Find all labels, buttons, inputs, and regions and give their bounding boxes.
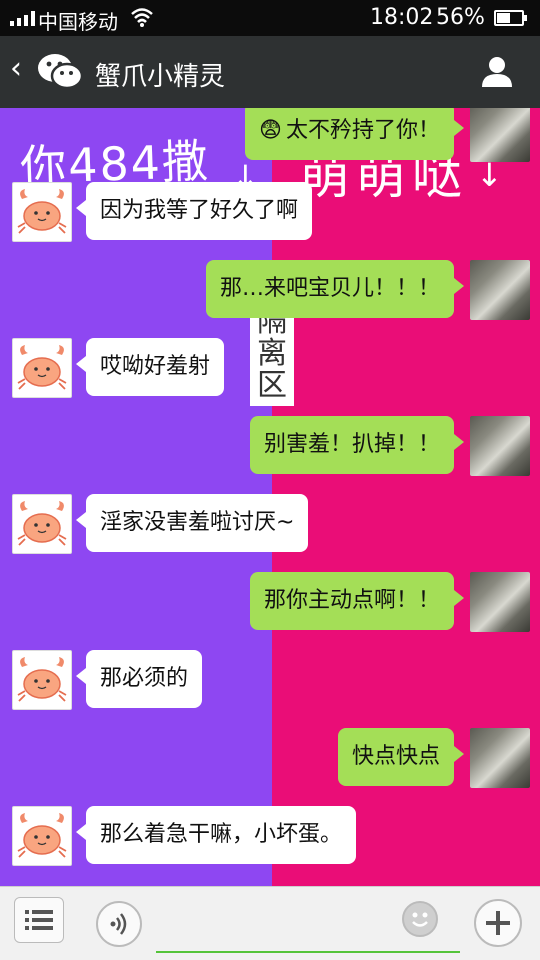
message-row: 那你主动点啊！！ — [0, 570, 540, 634]
message-text: 那你主动点啊！！ — [263, 588, 440, 613]
my-avatar[interactable] — [470, 260, 530, 320]
message-bubble[interactable]: 那…来吧宝贝儿！！！ — [205, 260, 465, 318]
message-row: 别害羞！扒掉！！ — [0, 414, 540, 478]
signal-bars-icon — [10, 10, 35, 26]
message-bubble[interactable]: 哎呦好羞射 — [75, 338, 225, 396]
message-bubble[interactable]: 那么着急干嘛，小坏蛋。 — [75, 806, 357, 864]
my-avatar[interactable] — [470, 572, 530, 632]
message-row: 😨 太不矜持了你！ — [0, 108, 540, 164]
voice-icon[interactable] — [96, 901, 142, 947]
message-text: 那么着急干嘛，小坏蛋。 — [100, 822, 343, 847]
message-bubble[interactable]: 别害羞！扒掉！！ — [249, 416, 465, 474]
message-row: 淫家没害羞啦讨厌~ — [0, 492, 540, 556]
message-row: 那必须的 — [0, 648, 540, 712]
input-toolbar — [0, 886, 540, 960]
message-text: 因为我等了好久了啊 — [100, 198, 299, 223]
message-bubble[interactable]: 😨 太不矜持了你！ — [245, 108, 464, 160]
battery-percent: 56% — [436, 5, 485, 30]
clock: 18:02 — [370, 5, 434, 30]
message-bubble[interactable]: 那你主动点啊！！ — [249, 572, 465, 630]
message-text: 那必须的 — [100, 666, 189, 691]
contact-avatar[interactable] — [12, 650, 72, 710]
message-row: 哎呦好羞射 — [0, 336, 540, 400]
battery-icon — [494, 10, 527, 26]
message-row: 快点快点 — [0, 726, 540, 790]
carrier-name: 中国移动 — [38, 10, 118, 34]
chat-title: 蟹爪小精灵 — [95, 62, 226, 92]
message-row: 因为我等了好久了啊 — [0, 180, 540, 244]
message-bubble[interactable]: 因为我等了好久了啊 — [75, 182, 313, 240]
smiley-icon[interactable] — [402, 901, 438, 937]
message-row: 那…来吧宝贝儿！！！ — [0, 258, 540, 322]
message-bubble[interactable]: 那必须的 — [75, 650, 203, 708]
message-bubble[interactable]: 快点快点 — [337, 728, 465, 786]
message-text: 哎呦好羞射 — [100, 354, 211, 379]
contact-avatar[interactable] — [12, 182, 72, 242]
plus-icon[interactable] — [474, 899, 522, 947]
status-bar: 中国移动 18:02 56% — [0, 0, 540, 36]
message-text: 淫家没害羞啦讨厌~ — [100, 510, 295, 535]
chat-header: ‹ 蟹爪小精灵 — [0, 36, 540, 108]
chat-area[interactable]: 你484撒 ↓ 萌萌哒 ↓ 隔离区 😨 太不矜持了你！ 因为我等了好久了啊 那…来吧宝… — [0, 108, 540, 886]
message-text: 快点快点 — [351, 744, 440, 769]
wechat-icon — [36, 52, 84, 96]
message-text: 那…来吧宝贝儿！！！ — [219, 276, 440, 301]
my-avatar[interactable] — [470, 108, 530, 162]
wifi-icon — [130, 7, 154, 31]
message-bubble[interactable]: 淫家没害羞啦讨厌~ — [75, 494, 309, 552]
fearful-face-icon: 😨 — [259, 118, 282, 143]
person-icon[interactable] — [480, 54, 514, 92]
contact-avatar[interactable] — [12, 494, 72, 554]
menu-icon[interactable] — [14, 897, 64, 943]
my-avatar[interactable] — [470, 416, 530, 476]
battery-fill — [497, 13, 510, 23]
my-avatar[interactable] — [470, 728, 530, 788]
contact-avatar[interactable] — [12, 338, 72, 398]
message-text: 太不矜持了你！ — [285, 118, 440, 143]
message-text: 别害羞！扒掉！！ — [263, 432, 440, 457]
contact-avatar[interactable] — [12, 806, 72, 866]
chevron-left-icon[interactable]: ‹ — [10, 54, 22, 84]
message-row: 那么着急干嘛，小坏蛋。 — [0, 804, 540, 868]
